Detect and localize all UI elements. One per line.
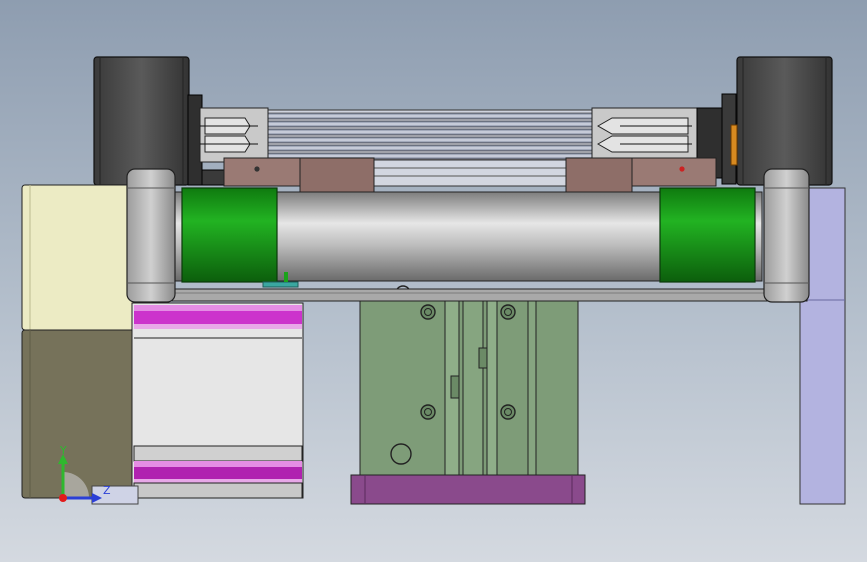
x-axis-dot-icon <box>59 494 67 502</box>
assembly-drawing[interactable]: Y Z <box>0 0 867 562</box>
cad-3d-view[interactable]: Y Z <box>0 0 867 562</box>
y-axis-label: Y <box>59 444 67 457</box>
right-end-cap[interactable] <box>763 168 810 303</box>
left-green-roller[interactable] <box>181 187 278 283</box>
left-end-cap[interactable] <box>126 168 176 303</box>
z-axis-label: Z <box>103 484 111 497</box>
purple-base-plate[interactable] <box>350 474 586 505</box>
lower-left-foot <box>91 485 139 505</box>
support-bar[interactable] <box>134 288 808 302</box>
right-green-roller[interactable] <box>659 187 756 283</box>
left-motor[interactable] <box>93 56 190 186</box>
linear-slide-table[interactable] <box>359 285 579 476</box>
magenta-strip-panel[interactable] <box>131 302 304 499</box>
left-block-stack[interactable] <box>21 184 135 499</box>
right-motor[interactable] <box>736 56 833 186</box>
